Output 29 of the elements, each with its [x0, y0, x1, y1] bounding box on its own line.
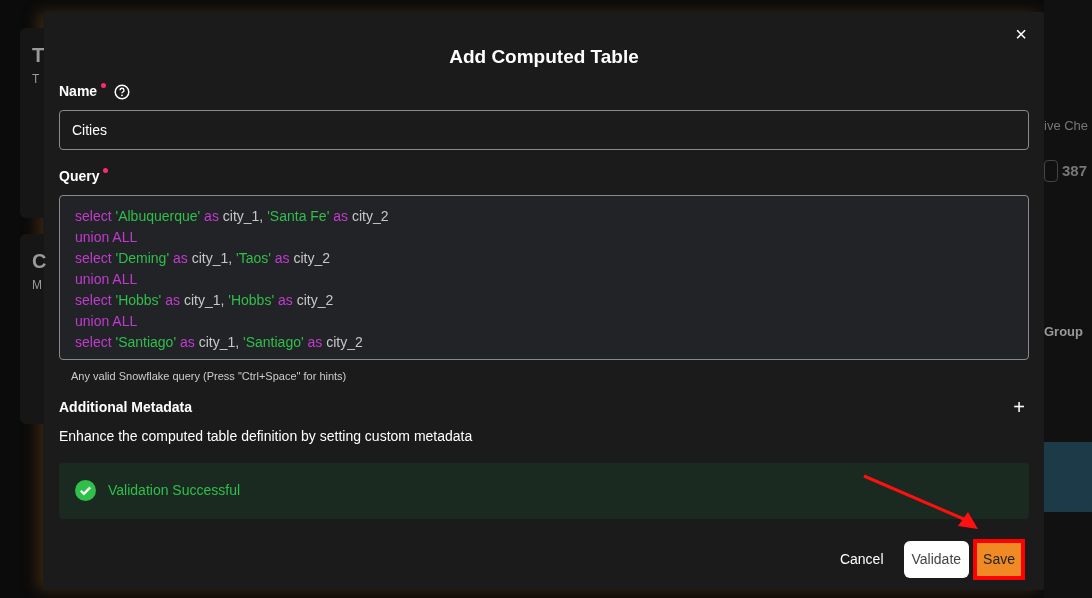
- card-subtitle: T: [32, 71, 41, 88]
- code-line: select 'Hobbs' as city_1, 'Hobbs' as city_2: [75, 291, 335, 310]
- card-title: T: [32, 43, 44, 68]
- help-icon[interactable]: [114, 83, 131, 100]
- dialog-title: Add Computed Table: [448, 45, 640, 69]
- code-line: union ALL: [75, 270, 139, 289]
- code-line: union ALL: [75, 228, 139, 247]
- card-subtitle: M: [32, 277, 43, 294]
- code-line: select 'Albuquerque' as city_1, 'Santa Fe' as city_2: [75, 207, 390, 226]
- section-description: Enhance the computed table definition by setting custom metadata: [59, 426, 474, 446]
- name-input[interactable]: Cities: [59, 110, 1029, 150]
- section-title: Additional Metadata: [59, 397, 192, 417]
- query-hint: Any valid Snowflake query (Press "Ctrl+Space" for hints): [71, 369, 348, 384]
- column-header: ive Che: [1044, 117, 1090, 135]
- query-editor[interactable]: [59, 195, 1029, 360]
- close-button[interactable]: ×: [1015, 24, 1027, 44]
- code-line: union ALL: [75, 312, 139, 331]
- field-label: Query: [59, 167, 100, 186]
- validation-message: Validation Successful: [108, 481, 241, 500]
- cancel-button[interactable]: Cancel: [831, 544, 892, 574]
- code-line: select 'Deming' as city_1, 'Taos' as city_2: [75, 249, 332, 268]
- card-title: C: [32, 249, 44, 274]
- field-label: Name: [59, 82, 98, 101]
- add-button[interactable]: +: [1013, 397, 1029, 417]
- row-label: Group: [1044, 323, 1084, 341]
- count-value: 387: [1062, 160, 1088, 181]
- code-line: select 'Santiago' as city_1, 'Santiago' as city_2: [75, 333, 364, 352]
- save-button[interactable]: Save: [977, 542, 1021, 576]
- validate-button[interactable]: Validate: [903, 540, 970, 578]
